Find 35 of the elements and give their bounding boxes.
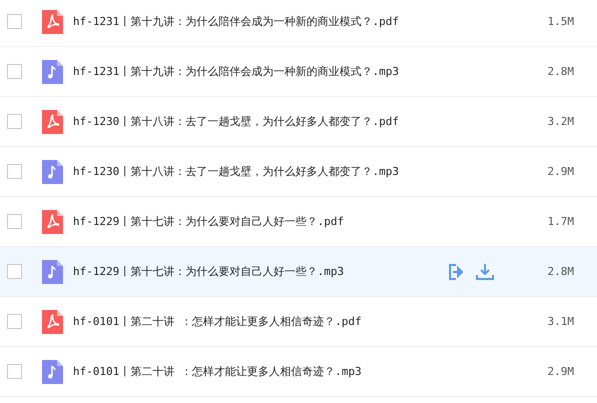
- pdf-file-icon: [42, 210, 63, 234]
- move-to-icon[interactable]: [448, 262, 466, 280]
- file-size: 1.5M: [546, 15, 575, 28]
- checkbox[interactable]: [7, 164, 22, 179]
- file-size: 1.7M: [546, 215, 575, 228]
- file-name[interactable]: hf-1230丨第十八讲：去了一趟戈壁，为什么好多人都变了？.pdf: [73, 114, 399, 129]
- file-row[interactable]: hf-1229丨第十七讲：为什么要对自己人好一些？.mp3 2.8M: [0, 247, 597, 297]
- file-size: 3.2M: [546, 115, 575, 128]
- file-name[interactable]: hf-1231丨第十九讲：为什么陪伴会成为一种新的商业模式？.mp3: [73, 64, 399, 79]
- download-icon[interactable]: [476, 262, 494, 280]
- file-size: 2.8M: [546, 65, 575, 78]
- checkbox[interactable]: [7, 314, 22, 329]
- file-name[interactable]: hf-1229丨第十七讲：为什么要对自己人好一些？.pdf: [73, 214, 344, 229]
- checkbox[interactable]: [7, 364, 22, 379]
- music-file-icon: [42, 260, 63, 284]
- file-name[interactable]: hf-0101丨第二十讲 ：怎样才能让更多人相信奇迹？.mp3: [73, 364, 362, 379]
- file-name[interactable]: hf-1231丨第十九讲：为什么陪伴会成为一种新的商业模式？.pdf: [73, 14, 399, 29]
- music-file-icon: [42, 160, 63, 184]
- checkbox[interactable]: [7, 264, 22, 279]
- pdf-file-icon: [42, 110, 63, 134]
- file-size: 3.1M: [546, 315, 575, 328]
- file-name[interactable]: hf-1229丨第十七讲：为什么要对自己人好一些？.mp3: [73, 264, 344, 279]
- checkbox[interactable]: [7, 114, 22, 129]
- file-size: 2.9M: [546, 365, 575, 378]
- checkbox[interactable]: [7, 64, 22, 79]
- file-name[interactable]: hf-1230丨第十八讲：去了一趟戈壁，为什么好多人都变了？.mp3: [73, 164, 399, 179]
- file-size: 2.9M: [546, 165, 575, 178]
- checkbox[interactable]: [7, 14, 22, 29]
- file-size: 2.8M: [546, 265, 575, 278]
- checkbox[interactable]: [7, 214, 22, 229]
- pdf-file-icon: [42, 10, 63, 34]
- music-file-icon: [42, 360, 63, 384]
- pdf-file-icon: [42, 310, 63, 334]
- music-file-icon: [42, 60, 63, 84]
- file-name[interactable]: hf-0101丨第二十讲 ：怎样才能让更多人相信奇迹？.pdf: [73, 314, 362, 329]
